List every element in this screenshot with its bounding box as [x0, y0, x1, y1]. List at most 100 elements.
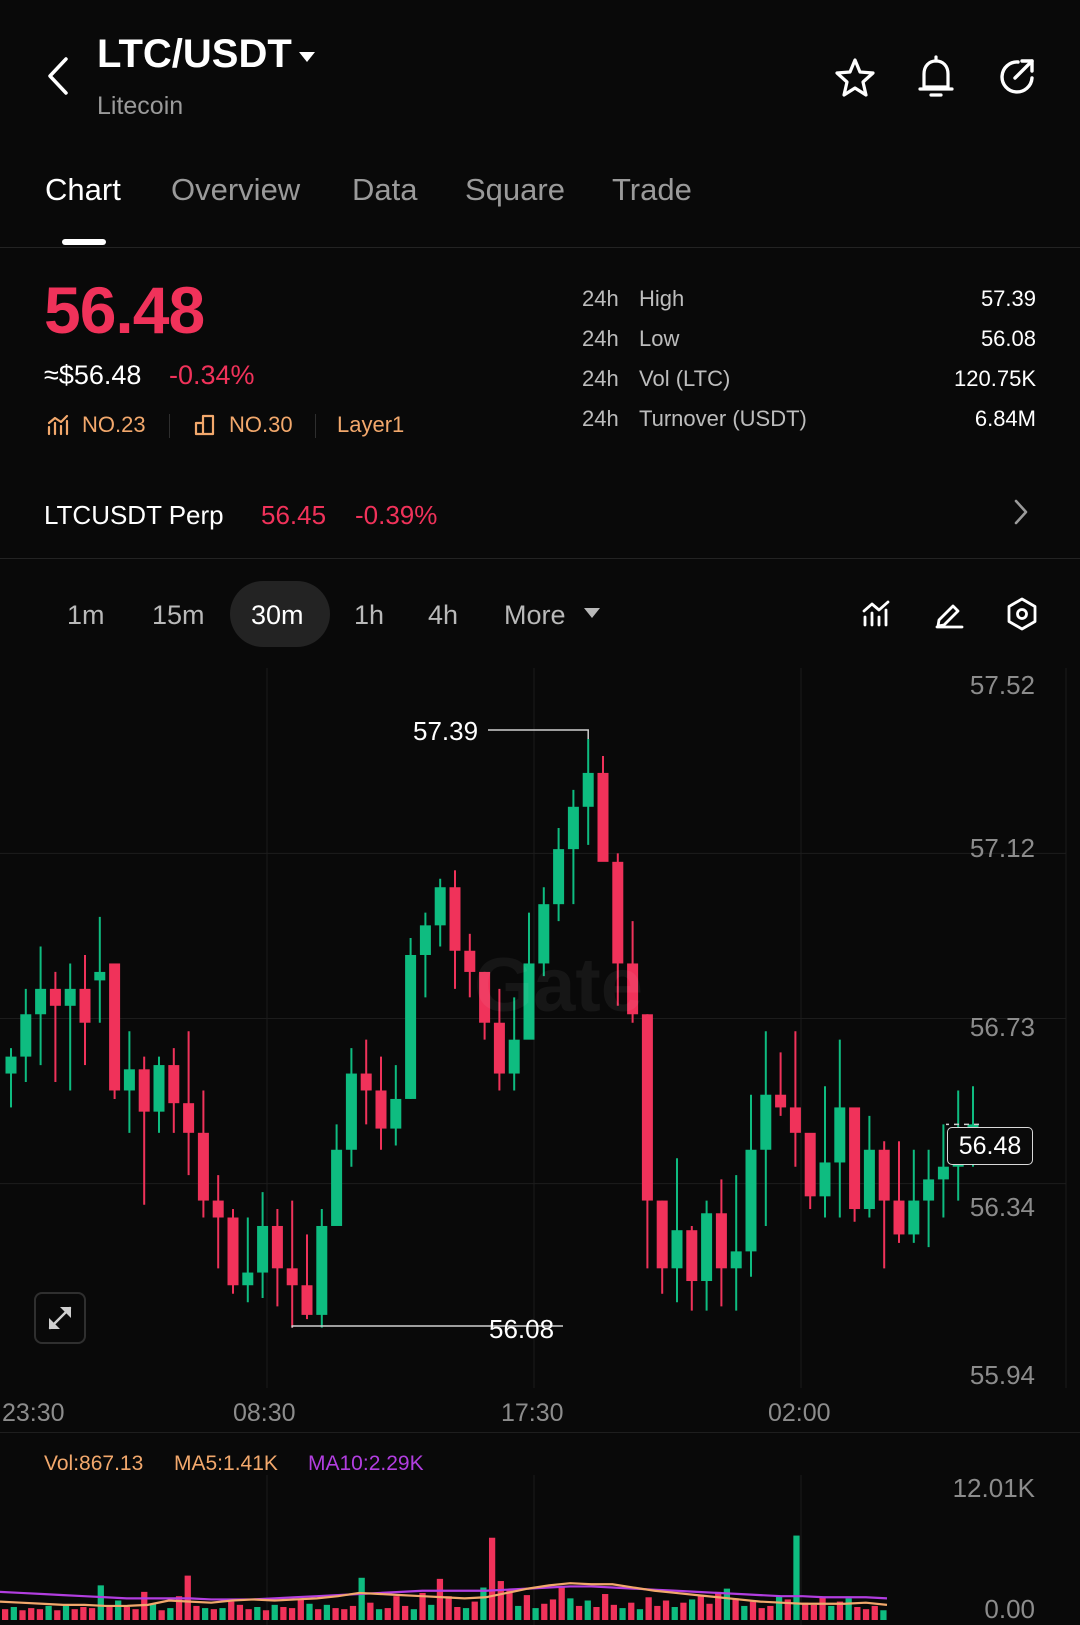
volume-bar: [341, 1609, 348, 1620]
volume-bar: [54, 1610, 61, 1620]
volume-bar: [610, 1604, 617, 1620]
tab-chart[interactable]: Chart: [45, 172, 121, 208]
candle-body: [227, 1217, 239, 1286]
rank-badge-2[interactable]: NO.30: [229, 412, 293, 438]
tab-overview[interactable]: Overview: [171, 172, 300, 208]
tab-square[interactable]: Square: [465, 172, 565, 208]
candle-body: [923, 1179, 935, 1201]
rank-badge-1[interactable]: NO.23: [82, 412, 146, 438]
time-axis-label: 02:00: [768, 1399, 831, 1427]
candle-body: [745, 1149, 757, 1252]
candle-body: [123, 1069, 135, 1091]
stat-high: 24h High 57.39: [582, 286, 1036, 316]
expand-icon[interactable]: [34, 1292, 86, 1344]
caret-down-icon[interactable]: [298, 50, 316, 64]
volume-bar: [36, 1609, 44, 1620]
tab-data[interactable]: Data: [352, 172, 417, 208]
candle-body: [804, 1132, 816, 1197]
volume-bar: [106, 1605, 113, 1620]
current-price-tag: 56.48: [947, 1127, 1033, 1165]
volume-bar: [375, 1609, 383, 1620]
volume-bar: [488, 1537, 496, 1620]
volume-bar: [880, 1610, 887, 1620]
timeframe-15m[interactable]: 15m: [152, 600, 205, 631]
candle-body: [730, 1251, 742, 1269]
candle-body: [597, 772, 609, 862]
volume-bar: [367, 1602, 374, 1620]
caret-down-icon[interactable]: [583, 606, 601, 620]
volume-bar: [671, 1607, 678, 1620]
candle-body: [183, 1103, 195, 1133]
back-arrow-icon[interactable]: [42, 55, 72, 97]
bell-icon[interactable]: [915, 54, 957, 100]
stat-prefix: 24h: [582, 366, 619, 391]
volume-bar: [680, 1602, 687, 1620]
timeframe-1m[interactable]: 1m: [67, 600, 105, 631]
volume-bar: [323, 1604, 331, 1620]
candle-body: [508, 1039, 520, 1074]
volume-bar: [97, 1585, 104, 1620]
volume-bar: [210, 1609, 217, 1620]
candle-body: [79, 988, 91, 1023]
time-axis-label: 23:30: [2, 1399, 65, 1427]
candle-body: [567, 806, 579, 850]
pair-title[interactable]: LTC/USDT: [97, 32, 292, 77]
volume-bar: [445, 1596, 452, 1620]
candle-body: [671, 1230, 683, 1269]
volume-bar: [845, 1598, 852, 1620]
volume-bar: [593, 1607, 600, 1620]
volume-bar: [71, 1609, 78, 1620]
candle-body: [153, 1065, 165, 1112]
volume-bar: [541, 1603, 548, 1620]
share-icon[interactable]: [996, 56, 1038, 98]
volume-indicator: Vol:867.13: [44, 1452, 144, 1475]
candle-body: [908, 1200, 920, 1235]
stat-label: High: [639, 286, 685, 311]
indicator-icon[interactable]: [861, 598, 891, 628]
stat-value: 57.39: [980, 286, 1036, 311]
volume-bar: [410, 1609, 417, 1620]
stat-prefix: 24h: [582, 406, 619, 431]
candle-body: [5, 1056, 17, 1074]
timeframe-4h[interactable]: 4h: [428, 600, 458, 631]
candle-body: [582, 772, 594, 807]
volume-bar: [602, 1594, 609, 1620]
timeframe-more[interactable]: More: [504, 600, 566, 631]
time-axis-divider: [0, 1432, 1080, 1433]
stat-value: 56.08: [980, 326, 1036, 351]
candle-body: [419, 925, 431, 955]
category-tag[interactable]: Layer1: [337, 412, 404, 438]
volume-bar: [793, 1535, 800, 1620]
volume-bar: [175, 1596, 183, 1620]
candle-body: [94, 971, 106, 981]
volume-bar: [584, 1600, 591, 1620]
volume-bar: [462, 1608, 470, 1620]
star-icon[interactable]: [833, 56, 877, 98]
candle-body: [20, 1014, 32, 1057]
perp-price: 56.45: [261, 500, 327, 530]
candle-body: [819, 1162, 831, 1197]
candle-body: [641, 1014, 653, 1201]
volume-bar: [871, 1605, 878, 1620]
timeframe-30m[interactable]: 30m: [251, 600, 304, 631]
candle-body: [493, 1022, 505, 1074]
volume-bar: [10, 1607, 17, 1620]
volume-bar: [497, 1581, 504, 1620]
timeframe-1h[interactable]: 1h: [354, 600, 384, 631]
volume-bar: [628, 1602, 635, 1620]
volume-bar: [236, 1604, 244, 1620]
settings-hexagon-icon[interactable]: [1006, 597, 1038, 631]
volume-bar: [558, 1586, 565, 1620]
volume-bar: [393, 1596, 400, 1620]
tab-trade[interactable]: Trade: [612, 172, 692, 208]
volume-bar: [654, 1605, 661, 1620]
volume-bar: [810, 1604, 817, 1620]
pencil-icon[interactable]: [933, 598, 965, 630]
stat-low: 24h Low 56.08: [582, 326, 1036, 356]
volume-bar: [767, 1605, 774, 1620]
candle-body: [212, 1200, 224, 1218]
perp-row[interactable]: LTCUSDT Perp 56.45 -0.39%: [0, 478, 1080, 548]
price-axis-label: 57.52: [969, 670, 1035, 700]
volume-bar: [123, 1607, 131, 1620]
volume-bar: [62, 1604, 70, 1620]
